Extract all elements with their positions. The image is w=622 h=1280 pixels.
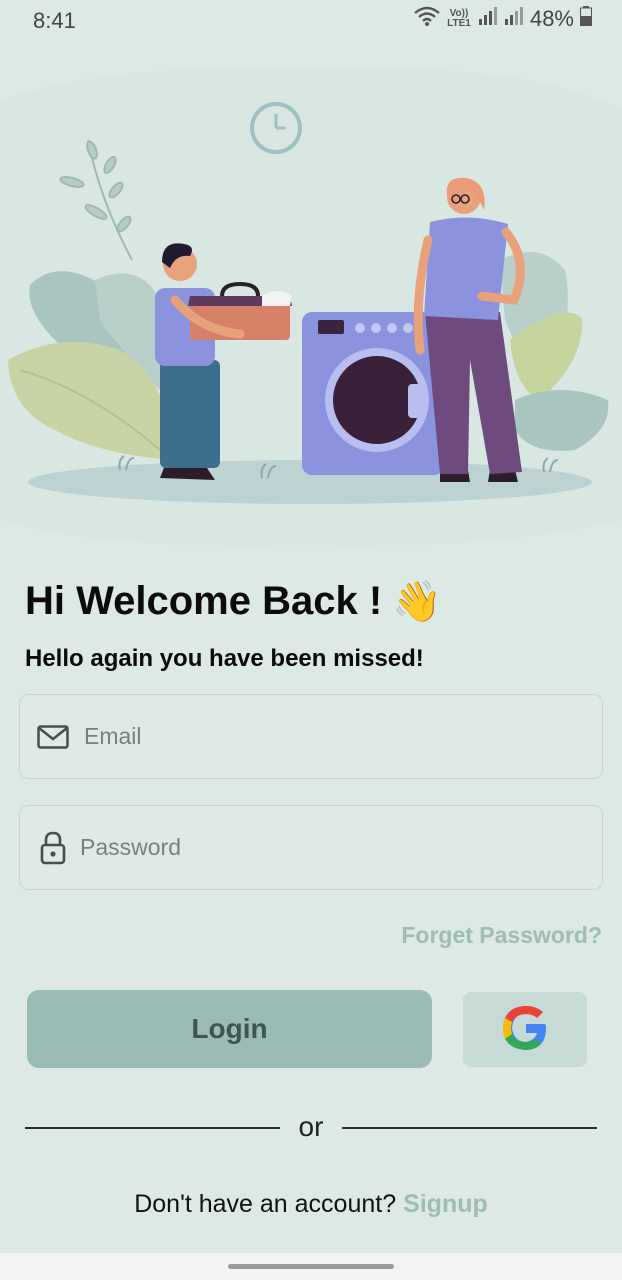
welcome-subtitle: Hello again you have been missed!	[25, 645, 424, 672]
divider-label: or	[298, 1111, 324, 1142]
mail-icon	[36, 720, 70, 754]
divider-line-left	[25, 1127, 280, 1129]
email-input[interactable]	[84, 723, 564, 750]
google-signin-button[interactable]	[463, 992, 587, 1067]
wifi-icon	[414, 6, 440, 32]
page-title: Hi Welcome Back !	[25, 579, 383, 623]
google-icon	[499, 1002, 551, 1057]
signup-prompt: Don't have an account?	[134, 1190, 397, 1218]
laundry-illustration	[0, 60, 622, 550]
lock-icon	[36, 831, 70, 865]
home-gesture-handle[interactable]	[228, 1264, 394, 1269]
signal-icon	[478, 6, 498, 32]
waving-hand-icon: 👋	[392, 580, 442, 624]
email-field[interactable]	[19, 694, 603, 779]
login-button[interactable]: Login	[27, 990, 432, 1068]
status-bar-icons: Vo)) LTE1 48%	[414, 6, 592, 32]
signup-link[interactable]: Signup	[403, 1190, 488, 1218]
forgot-password-link[interactable]: Forget Password?	[401, 922, 602, 949]
battery-percent: 48%	[529, 6, 574, 31]
welcome-heading: Hi Welcome Back ! 👋	[25, 578, 442, 625]
network-label: Vo)) LTE1	[447, 8, 471, 29]
status-time: 8:41	[33, 8, 76, 33]
signup-row: Don't have an account? Signup	[0, 1190, 622, 1219]
signal-icon	[504, 6, 524, 32]
divider-line-right	[342, 1127, 597, 1129]
password-field[interactable]	[19, 805, 603, 890]
password-input[interactable]	[80, 834, 560, 861]
battery-icon	[580, 6, 592, 32]
